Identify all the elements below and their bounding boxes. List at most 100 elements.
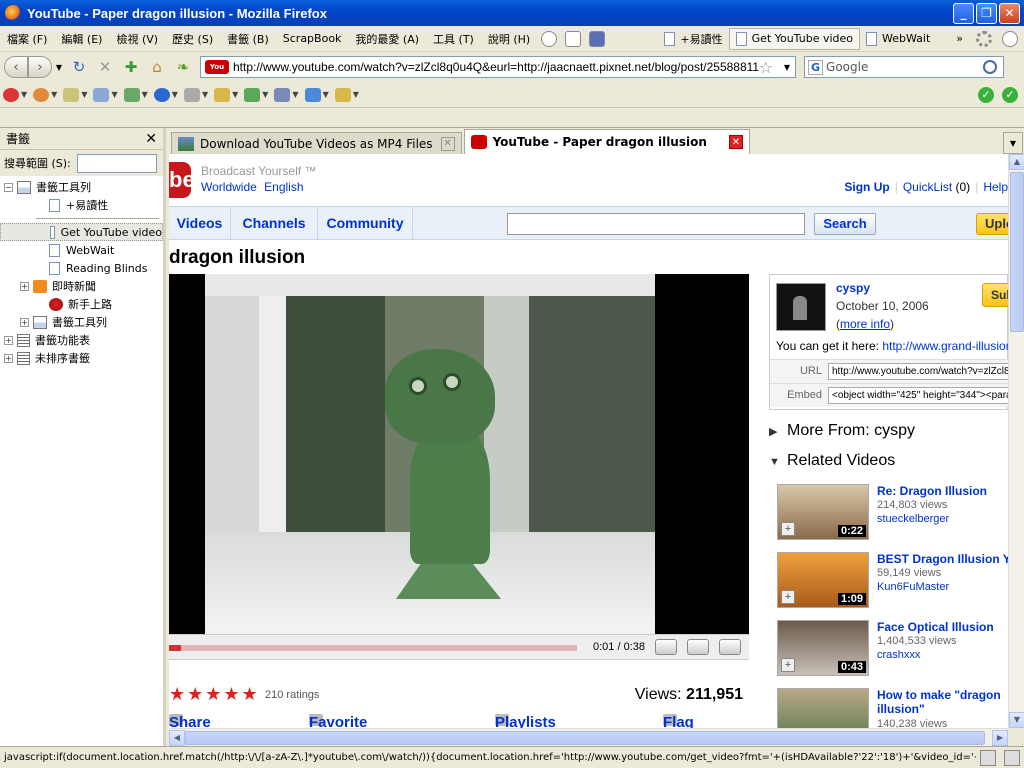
search-placeholder[interactable]: Google — [826, 60, 983, 74]
sidebar-close-icon[interactable]: ✕ — [145, 131, 157, 147]
maximize-button[interactable]: ❐ — [976, 2, 997, 24]
scroll-left-icon[interactable]: ◀ — [169, 730, 185, 746]
rating-stars[interactable]: ★★★★★ — [169, 684, 260, 705]
bookmark-tree-item[interactable]: + 即時新聞 — [0, 277, 163, 295]
video-thumbnail[interactable]: + 0:43 — [777, 620, 869, 676]
back-button[interactable]: ‹ — [4, 56, 28, 78]
scroll-thumb[interactable] — [1010, 172, 1024, 332]
close-window-button[interactable]: ✕ — [999, 2, 1020, 24]
menu-bookmarks[interactable]: 書籤 (B) — [220, 31, 276, 47]
expand-icon[interactable]: + — [4, 335, 13, 345]
scroll-right-icon[interactable]: ▶ — [992, 730, 1008, 746]
scroll-down-icon[interactable]: ▼ — [1009, 712, 1024, 728]
collapse-icon[interactable]: − — [4, 182, 13, 192]
video-thumbnail[interactable]: + 1:09 — [777, 552, 869, 608]
video-thumbnail[interactable] — [777, 688, 869, 728]
menu-favorites[interactable]: 我的最愛 (A) — [348, 31, 426, 47]
clock-icon[interactable] — [541, 30, 558, 47]
progress-bar[interactable] — [169, 645, 577, 651]
related-video-item[interactable]: + 0:43 Face Optical Illusion 1,404,533 v… — [777, 620, 1008, 680]
menu-file[interactable]: 檔案 (F) — [0, 31, 54, 47]
reload-icon[interactable]: ↻ — [69, 57, 89, 77]
minimize-button[interactable]: _ — [953, 2, 974, 24]
add-to-quicklist-icon[interactable]: + — [781, 658, 795, 672]
stop-icon[interactable]: ✕ — [95, 57, 115, 77]
addon-images[interactable]: ▼ — [123, 87, 148, 102]
video-player[interactable] — [169, 274, 749, 634]
addon-stop[interactable]: ▼ — [3, 87, 27, 102]
bookmark-tree-item[interactable]: Reading Blinds — [0, 259, 163, 277]
add-to-quicklist-icon[interactable]: + — [781, 590, 795, 604]
menu-help[interactable]: 說明 (H) — [481, 31, 537, 47]
addon-misc[interactable]: ▼ — [183, 87, 208, 102]
addon-source[interactable]: ▼ — [304, 87, 329, 102]
addon-forms[interactable]: ▼ — [93, 87, 118, 102]
bookmarks-overflow-button[interactable]: » — [936, 32, 970, 45]
youtube-logo[interactable]: be — [169, 162, 195, 198]
new-tab-icon[interactable]: ✚ — [121, 57, 141, 77]
addon-status-icon[interactable] — [980, 749, 996, 766]
horizontal-scroll-thumb[interactable] — [185, 731, 985, 745]
worldwide-link[interactable]: Worldwide — [201, 180, 257, 194]
expand-icon[interactable]: + — [20, 317, 29, 327]
player-size-icon[interactable] — [687, 639, 709, 655]
tab-close-icon[interactable]: ✕ — [440, 136, 455, 151]
bookmark-webwait[interactable]: WebWait — [860, 31, 936, 46]
scrapbook-icon[interactable] — [589, 30, 606, 47]
quicklist-link[interactable]: QuickList — [903, 180, 952, 194]
expand-icon[interactable]: + — [4, 353, 13, 363]
home-icon[interactable]: ⌂ — [147, 57, 167, 77]
status-ok-icon[interactable]: ✓ — [1002, 86, 1018, 103]
help-link[interactable]: Help — [983, 180, 1008, 194]
bookmark-tree-item[interactable]: +易讀性 — [0, 196, 163, 214]
related-videos-section[interactable]: ▼ Related Videos — [769, 452, 895, 470]
gear-icon[interactable] — [976, 30, 992, 47]
volume-icon[interactable] — [655, 639, 677, 655]
tab-close-icon[interactable]: ✕ — [728, 135, 743, 149]
url-text[interactable]: http://www.youtube.com/watch?v=zlZcl8q0u… — [233, 60, 759, 74]
search-engine-google-icon[interactable]: G — [808, 59, 824, 75]
leaf-icon[interactable]: ❧ — [173, 57, 193, 77]
nav-videos[interactable]: Videos — [169, 207, 231, 240]
sign-up-link[interactable]: Sign Up — [844, 180, 889, 194]
tab-download-youtube[interactable]: Download YouTube Videos as MP4 Files ✕ — [171, 132, 462, 154]
bookmark-star-icon[interactable]: ☆ — [759, 58, 773, 77]
add-to-quicklist-icon[interactable]: + — [781, 522, 795, 536]
uploader-link[interactable]: cyspy — [836, 281, 870, 295]
address-bar[interactable]: You http://www.youtube.com/watch?v=zlZcl… — [200, 56, 796, 78]
bookmark-tree-item[interactable]: − 書籤工具列 — [0, 178, 163, 196]
video-thumbnail[interactable]: + 0:22 — [777, 484, 869, 540]
addon-info[interactable]: ▼ — [153, 87, 178, 102]
search-button[interactable]: Search — [814, 213, 876, 235]
more-info-link[interactable]: more info — [840, 317, 890, 331]
addon-css[interactable]: ▼ — [63, 87, 87, 102]
embed-code-field[interactable]: <object width="425" height="344"><param — [828, 387, 1008, 404]
search-box[interactable]: G Google — [804, 56, 1004, 78]
nav-community[interactable]: Community — [318, 207, 413, 240]
menu-edit[interactable]: 編輯 (E) — [54, 31, 109, 47]
bookmark-tree-item[interactable]: + 書籤功能表 — [0, 331, 163, 349]
description-link[interactable]: http://www.grand-illusions.com — [882, 339, 1008, 353]
addon-resize[interactable]: ▼ — [244, 87, 268, 102]
bookmark-get-youtube-video[interactable]: Get YouTube video — [728, 27, 860, 50]
addon-tools[interactable]: ▼ — [274, 87, 299, 102]
horizontal-scrollbar[interactable]: ◀ ▶ — [169, 728, 1008, 746]
related-video-item[interactable]: + 1:09 BEST Dragon Illusion Yet 59,149 v… — [777, 552, 1008, 612]
video-url-field[interactable]: http://www.youtube.com/watch?v=zlZcl8q0u… — [828, 363, 1008, 380]
menu-scrapbook[interactable]: ScrapBook — [276, 32, 349, 45]
dropdown-arrow-icon[interactable]: ▼ — [55, 57, 63, 77]
bookmark-tree-item[interactable]: 新手上路 — [0, 295, 163, 313]
video-frame[interactable] — [205, 274, 655, 634]
addon-user[interactable]: ▼ — [33, 87, 57, 102]
validation-check-icon[interactable]: ✓ — [978, 86, 994, 103]
addon-outline[interactable]: ▼ — [214, 87, 238, 102]
video-search-input[interactable] — [507, 213, 805, 235]
tools-status-icon[interactable] — [1004, 749, 1020, 766]
bookmark-readability[interactable]: +易讀性 — [658, 31, 728, 47]
forward-button[interactable]: › — [28, 56, 52, 78]
subscribe-button[interactable]: Subscribe — [982, 283, 1008, 307]
bookmark-tree-item[interactable]: + 未排序書籤 — [0, 349, 163, 367]
bookmark-tree-item[interactable]: + 書籤工具列 — [0, 313, 163, 331]
more-from-section[interactable]: ▶ More From: cyspy — [769, 422, 915, 440]
scroll-up-icon[interactable]: ▲ — [1009, 154, 1024, 170]
